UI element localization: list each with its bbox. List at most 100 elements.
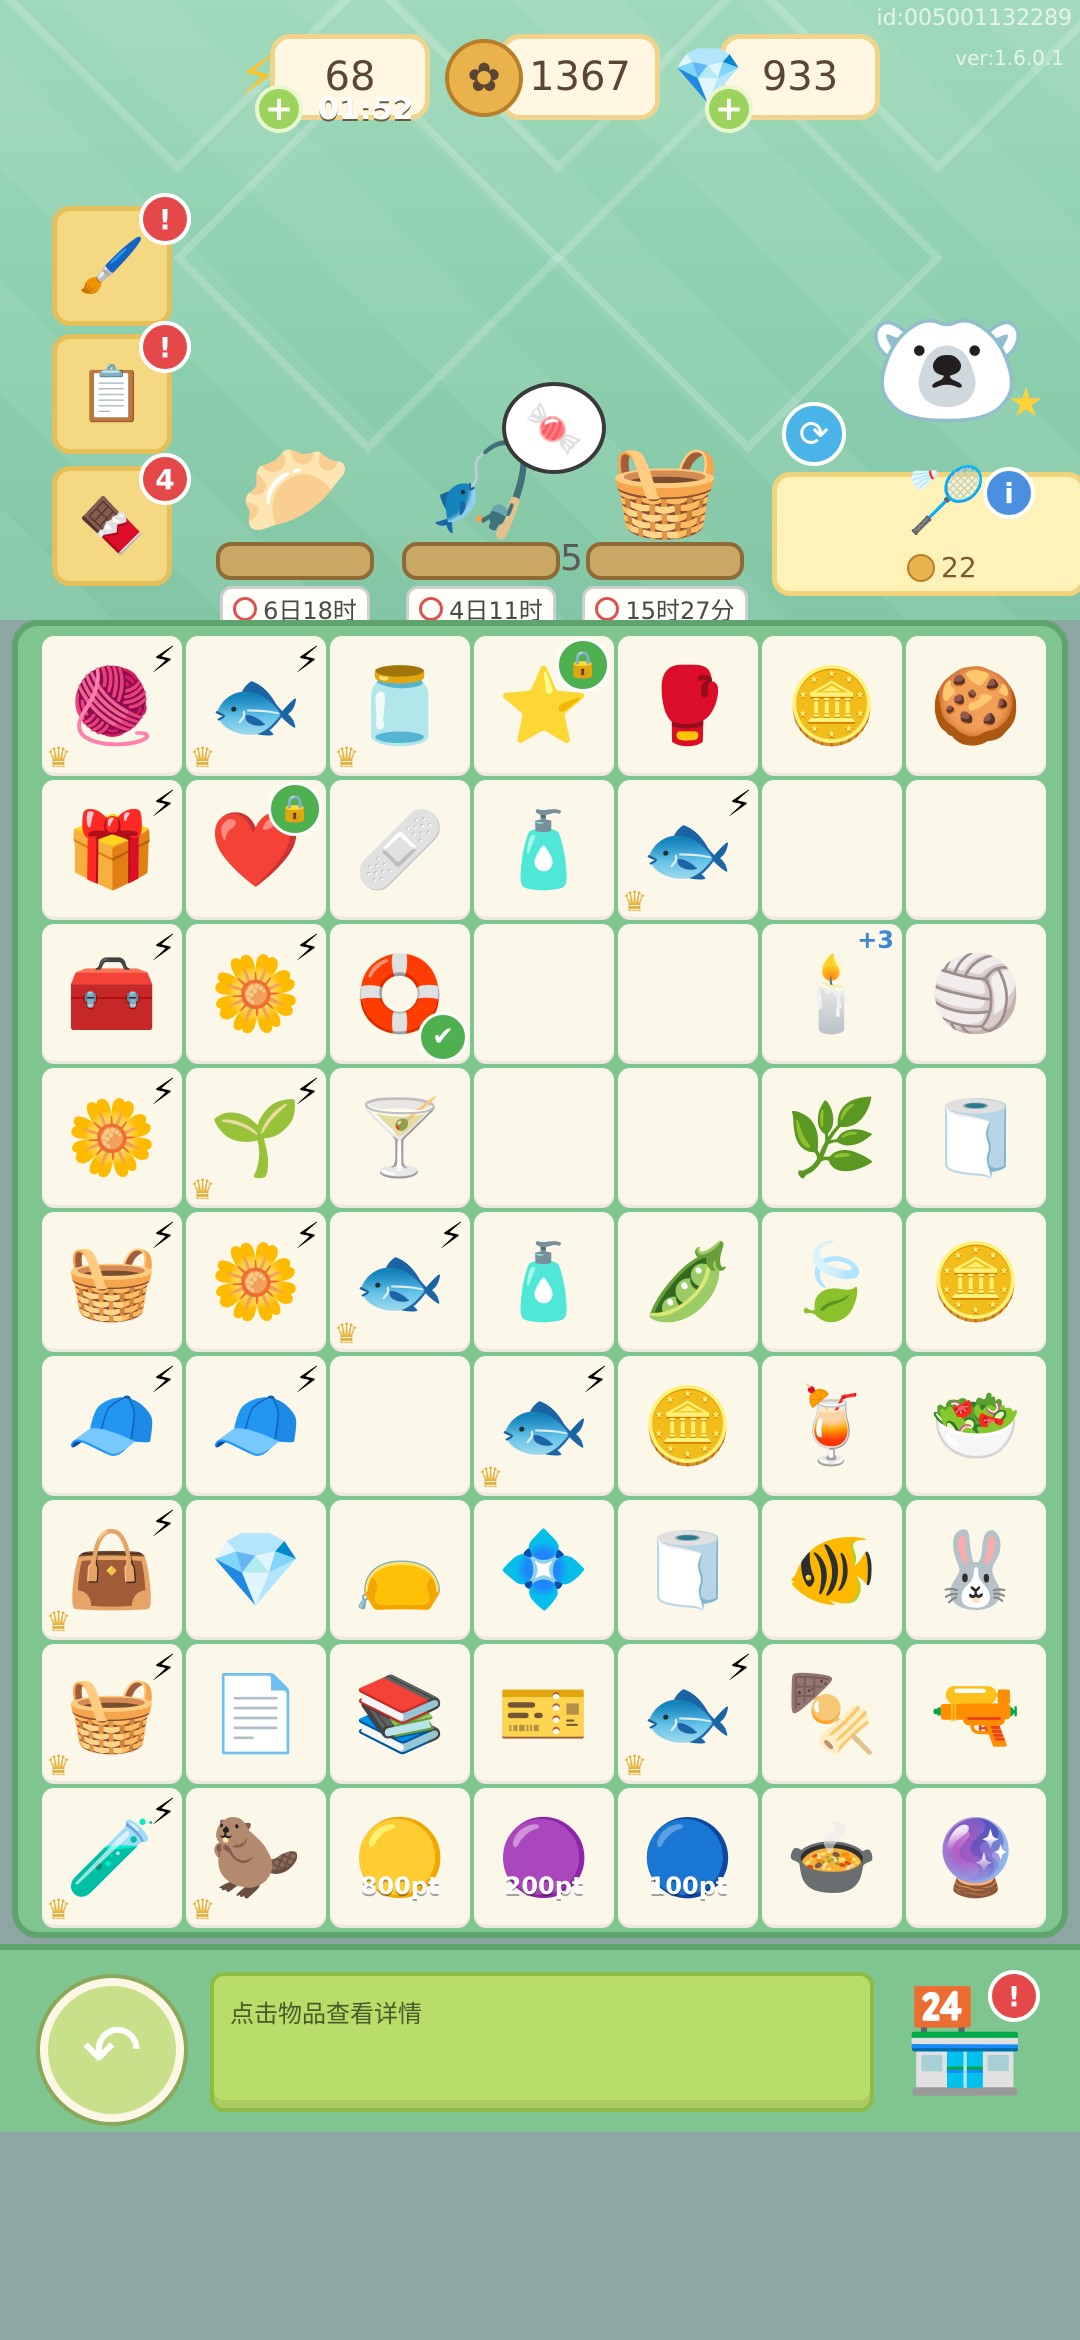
board-item[interactable]: 🐟 ⚡ ♛ <box>618 1644 758 1784</box>
board-item[interactable]: 🧺 ⚡ <box>42 1212 182 1352</box>
empty-cell[interactable] <box>474 1068 614 1208</box>
board-item[interactable]: 🌱 ⚡ ♛ <box>186 1068 326 1208</box>
board-item[interactable]: 🫛 <box>618 1212 758 1352</box>
item-icon: 🐟 <box>353 1238 447 1325</box>
empty-cell[interactable] <box>906 780 1046 920</box>
board-item[interactable]: 🧴 <box>474 780 614 920</box>
check-icon: ✔ <box>418 1012 468 1062</box>
producer-progress-bar <box>402 542 560 580</box>
board-item[interactable]: 🟡 800pt <box>330 1788 470 1928</box>
board-item[interactable]: 🐠 <box>762 1500 902 1640</box>
item-icon: 🫙 <box>353 662 447 749</box>
empty-cell[interactable] <box>330 1356 470 1496</box>
board-item[interactable]: 🥊 <box>618 636 758 776</box>
item-icon: 🏐 <box>929 950 1023 1037</box>
clipboard-task-button[interactable]: 📋 ! <box>52 321 191 454</box>
coin-counter[interactable]: ✿ 1367 <box>445 34 660 120</box>
board-item[interactable]: 🪙 <box>762 636 902 776</box>
board-item[interactable]: 🧴 <box>474 1212 614 1352</box>
board-item[interactable]: 🏐 <box>906 924 1046 1064</box>
shop-button[interactable]: 🏪 ! <box>900 1970 1040 2106</box>
board-item[interactable]: 🫙 ♛ <box>330 636 470 776</box>
board-item[interactable]: 🧺 ⚡ ♛ <box>42 1644 182 1784</box>
basket-producer[interactable]: 🧺 15时27分 <box>580 430 750 631</box>
board-item[interactable]: 🛟 ✔ <box>330 924 470 1064</box>
board-item[interactable]: ⭐ 🔒 <box>474 636 614 776</box>
gem-counter[interactable]: 💎 933 + <box>673 34 880 133</box>
board-item[interactable]: 🍸 <box>330 1068 470 1208</box>
lightning-icon: ⚡ <box>294 1072 320 1113</box>
add-energy-button[interactable]: + <box>255 85 303 133</box>
board-item[interactable]: 🥗 <box>906 1356 1046 1496</box>
board-item[interactable]: 🧶 ⚡ ♛ <box>42 636 182 776</box>
item-icon: 👝 <box>353 1526 447 1613</box>
order-card[interactable]: 🏸 i 22 <box>772 464 1080 596</box>
board-item[interactable]: 👝 <box>330 1500 470 1640</box>
board-item[interactable]: 📚 <box>330 1644 470 1784</box>
board-item[interactable]: 🎫 <box>474 1644 614 1784</box>
chocolate-event-button[interactable]: 🍫 4 <box>52 453 191 586</box>
board-item[interactable]: 🐟 ⚡ ♛ <box>186 636 326 776</box>
reward-value: 22 <box>941 551 977 584</box>
board-item[interactable]: 🌼 ⚡ <box>186 1212 326 1352</box>
board-item[interactable]: 🐟 ⚡ ♛ <box>618 780 758 920</box>
board-item[interactable]: 🌿 <box>762 1068 902 1208</box>
item-icon: 🍪 <box>929 662 1023 749</box>
board-item[interactable]: 🍪 <box>906 636 1046 776</box>
board-item[interactable]: 🎁 ⚡ <box>42 780 182 920</box>
board-item[interactable]: 🌼 ⚡ <box>42 1068 182 1208</box>
lightning-icon: ⚡ <box>582 1360 608 1401</box>
crown-icon: ♛ <box>190 741 216 774</box>
item-icon: 🌱 <box>209 1094 303 1181</box>
empty-cell[interactable] <box>474 924 614 1064</box>
board-item[interactable]: 💠 <box>474 1500 614 1640</box>
board-item[interactable]: 🟣 200pt <box>474 1788 614 1928</box>
empty-cell[interactable] <box>618 924 758 1064</box>
board-item[interactable]: 🧻 <box>618 1500 758 1640</box>
item-icon: 🍹 <box>785 1382 879 1469</box>
board-item[interactable]: 🧪 ⚡ ♛ <box>42 1788 182 1928</box>
board-item[interactable]: 🔵 100pt <box>618 1788 758 1928</box>
info-button[interactable]: i <box>983 467 1035 519</box>
refresh-order-button[interactable]: ⟳ <box>782 402 846 466</box>
board-item[interactable]: 🪙 <box>618 1356 758 1496</box>
add-gems-button[interactable]: + <box>705 85 753 133</box>
item-icon: 🐟 <box>641 1670 735 1757</box>
board-item[interactable]: 🔫 <box>906 1644 1046 1784</box>
board-item[interactable]: 🧰 ⚡ <box>42 924 182 1064</box>
paint-task-button[interactable]: 🖌️ ! <box>52 193 191 326</box>
dumpling-producer[interactable]: 🥟 6日18时 <box>210 430 380 631</box>
empty-cell[interactable] <box>762 780 902 920</box>
polar-bear-customer[interactable]: 🐻‍❄️ <box>866 270 1028 470</box>
board-item[interactable]: 🌼 ⚡ <box>186 924 326 1064</box>
board-item[interactable]: 🪙 <box>906 1212 1046 1352</box>
board-item[interactable]: ❤️ 🔒 <box>186 780 326 920</box>
item-icon: 💎 <box>209 1526 303 1613</box>
board-item[interactable]: 📄 <box>186 1644 326 1784</box>
board-item[interactable]: 🧢 ⚡ <box>186 1356 326 1496</box>
board-item[interactable]: 🍃 <box>762 1212 902 1352</box>
board-item[interactable]: 🧢 ⚡ <box>42 1356 182 1496</box>
board-item[interactable]: 🕯️ +3 <box>762 924 902 1064</box>
undo-button[interactable]: ↶ <box>40 1978 184 2122</box>
item-icon: 🌿 <box>785 1094 879 1181</box>
item-icon: 🌼 <box>65 1094 159 1181</box>
board-item[interactable]: 🍲 <box>762 1788 902 1928</box>
producer-progress-bar <box>216 542 374 580</box>
board-item[interactable]: 🐟 ⚡ ♛ <box>474 1356 614 1496</box>
board-item[interactable]: 👜 ⚡ ♛ <box>42 1500 182 1640</box>
empty-cell[interactable] <box>618 1068 758 1208</box>
board-item[interactable]: 🐰 <box>906 1500 1046 1640</box>
item-icon: 🐟 <box>641 806 735 893</box>
board-item[interactable]: 🔮 <box>906 1788 1046 1928</box>
board-item[interactable]: 🦫 ♛ <box>186 1788 326 1928</box>
board-item[interactable]: 🩹 <box>330 780 470 920</box>
board-item[interactable]: 🍹 <box>762 1356 902 1496</box>
clock-icon <box>419 596 444 621</box>
crown-icon: ♛ <box>190 1173 216 1206</box>
item-icon: 🧢 <box>209 1382 303 1469</box>
board-item[interactable]: 🧻 <box>906 1068 1046 1208</box>
board-item[interactable]: 💎 <box>186 1500 326 1640</box>
board-item[interactable]: 🐟 ⚡ ♛ <box>330 1212 470 1352</box>
board-item[interactable]: 🍢 <box>762 1644 902 1784</box>
